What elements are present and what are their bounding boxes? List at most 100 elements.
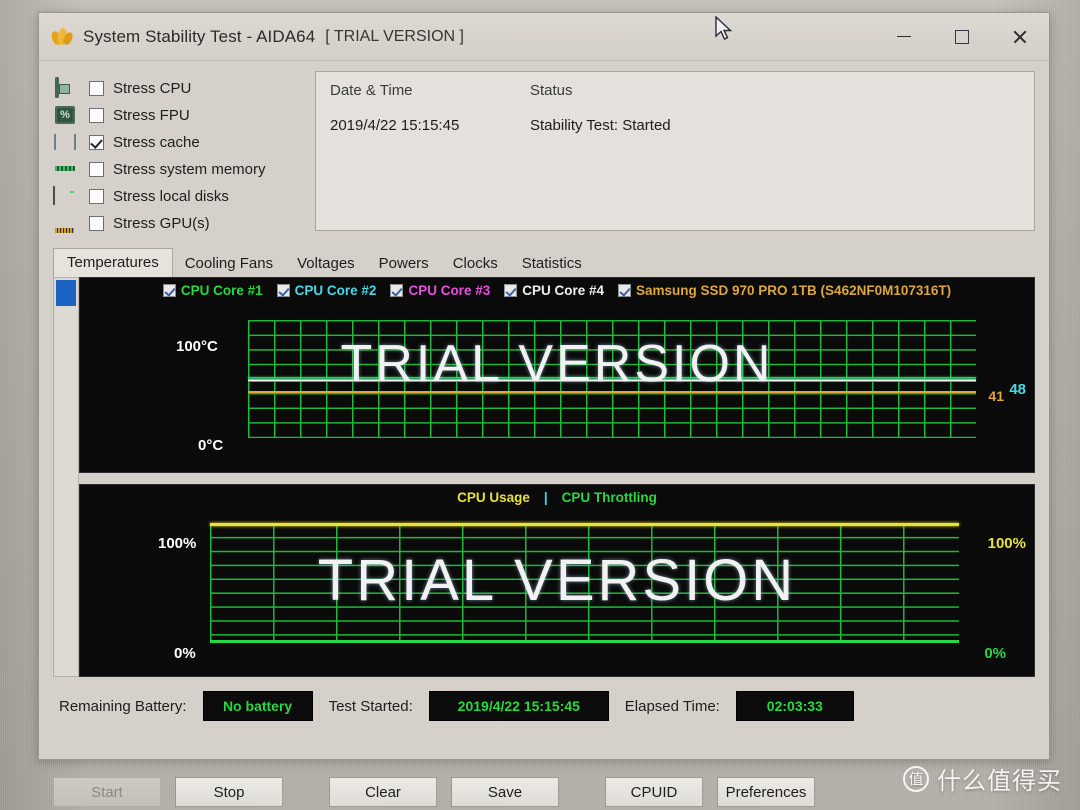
button-row: Start Stop Clear Save CPUID Preferences	[39, 777, 1049, 807]
stress-cache-checkbox[interactable]	[89, 135, 104, 150]
cache-chip-icon	[53, 133, 77, 152]
battery-value: No battery	[202, 691, 313, 721]
save-button[interactable]: Save	[451, 777, 559, 807]
legend-cpu-core-4[interactable]: CPU Core #4	[504, 283, 604, 298]
bottom-status-row: Remaining Battery: No battery Test Start…	[53, 691, 1035, 721]
close-button[interactable]	[991, 13, 1049, 60]
window-title: System Stability Test - AIDA64	[83, 26, 316, 46]
stress-option-gpu[interactable]: Stress GPU(s)	[53, 210, 301, 237]
stress-memory-checkbox[interactable]	[89, 162, 104, 177]
cpu-chip-icon	[53, 77, 77, 98]
trace-cpu-core-4	[248, 380, 976, 382]
stress-cache-label: Stress cache	[113, 134, 200, 151]
legend-label: CPU Core #1	[180, 283, 263, 298]
cpuid-button[interactable]: CPUID	[605, 777, 703, 807]
gpu-card-icon	[53, 214, 77, 233]
tab-clocks[interactable]: Clocks	[441, 250, 510, 277]
tab-cooling-fans[interactable]: Cooling Fans	[173, 250, 285, 277]
stress-option-fpu[interactable]: % Stress FPU	[53, 102, 301, 129]
legend-cpu-core-3[interactable]: CPU Core #3	[390, 283, 490, 298]
temperature-plot-area	[248, 320, 976, 438]
trace-cpu-usage	[210, 523, 959, 526]
legend-checkbox[interactable]	[162, 284, 176, 297]
legend-label: Samsung SSD 970 PRO 1TB (S462NF0M107316T…	[636, 283, 952, 298]
trace-samsung-ssd	[248, 390, 976, 393]
legend-checkbox[interactable]	[276, 284, 290, 297]
stress-disks-checkbox[interactable]	[89, 189, 104, 204]
battery-label: Remaining Battery:	[59, 697, 187, 715]
stress-option-disks[interactable]: Stress local disks	[53, 183, 301, 210]
legend-label: CPU Core #2	[294, 283, 377, 298]
temp-y-axis-top-label: 100°C	[176, 338, 218, 355]
test-started-value: 2019/4/22 15:15:45	[428, 691, 609, 721]
memory-stick-icon	[53, 160, 77, 179]
legend-checkbox[interactable]	[390, 284, 404, 297]
stress-option-cpu[interactable]: Stress CPU	[53, 75, 301, 102]
window-controls	[875, 13, 1049, 60]
usage-grid	[210, 523, 959, 643]
hard-disk-icon	[53, 186, 77, 206]
stress-cpu-label: Stress CPU	[113, 80, 192, 97]
usage-y-top-right-label: 100%	[987, 535, 1026, 552]
mouse-cursor	[715, 16, 733, 40]
cpu-usage-title[interactable]: CPU Usage	[457, 490, 530, 505]
window-body: Stress CPU % Stress FPU Stress cache Str…	[39, 61, 1049, 807]
top-section: Stress CPU % Stress FPU Stress cache Str…	[53, 71, 1035, 237]
temperature-legend: CPU Core #1 CPU Core #2 CPU Core #3 CPU …	[80, 283, 1034, 298]
clear-button[interactable]: Clear	[329, 777, 437, 807]
temperature-graph[interactable]: CPU Core #1 CPU Core #2 CPU Core #3 CPU …	[79, 277, 1035, 473]
legend-label: CPU Core #4	[522, 283, 604, 298]
flame-icon	[49, 26, 75, 48]
cpu-usage-plot-area	[210, 523, 959, 643]
datetime-column-header: Date & Time	[330, 82, 413, 99]
cpu-throttling-title[interactable]: CPU Throttling	[562, 490, 657, 505]
title-bar: System Stability Test - AIDA64 [ TRIAL V…	[39, 13, 1049, 61]
stress-fpu-checkbox[interactable]	[89, 108, 104, 123]
fpu-percent-icon: %	[53, 106, 77, 125]
temp-current-value-ssd: 41	[988, 388, 1004, 404]
legend-label: CPU Core #3	[408, 283, 491, 298]
preferences-button[interactable]: Preferences	[717, 777, 815, 807]
site-watermark: 值 什么值得买	[903, 761, 1062, 796]
maximize-button[interactable]	[933, 13, 991, 60]
watermark-badge: 值	[903, 765, 929, 792]
stress-option-memory[interactable]: Stress system memory	[53, 156, 301, 183]
legend-checkbox[interactable]	[504, 284, 518, 297]
graph-scrollbar[interactable]	[53, 277, 79, 677]
trial-tag: [ TRIAL VERSION ]	[325, 27, 464, 45]
stress-fpu-label: Stress FPU	[113, 107, 190, 124]
stress-gpu-checkbox[interactable]	[89, 216, 104, 231]
temp-current-value-core: 48	[1009, 381, 1026, 398]
stop-button[interactable]: Stop	[175, 777, 283, 807]
graphs-area: CPU Core #1 CPU Core #2 CPU Core #3 CPU …	[53, 277, 1035, 677]
legend-samsung-ssd[interactable]: Samsung SSD 970 PRO 1TB (S462NF0M107316T…	[618, 283, 951, 298]
trace-cpu-core-3	[248, 381, 976, 383]
tab-temperatures[interactable]: Temperatures	[53, 248, 173, 277]
scrollbar-thumb[interactable]	[56, 280, 76, 306]
legend-cpu-core-1[interactable]: CPU Core #1	[162, 283, 263, 298]
legend-cpu-core-2[interactable]: CPU Core #2	[276, 283, 377, 298]
usage-legend: CPU Usage | CPU Throttling	[80, 490, 1034, 505]
minimize-button[interactable]	[875, 13, 933, 60]
status-log-panel[interactable]: Date & Time Status 2019/4/22 15:15:45 St…	[315, 71, 1035, 231]
legend-separator: |	[543, 490, 548, 505]
usage-y-bottom-right-label: 0%	[984, 645, 1006, 662]
trace-cpu-throttling	[210, 640, 959, 643]
stress-option-cache[interactable]: Stress cache	[53, 129, 301, 156]
test-started-label: Test Started:	[328, 697, 413, 715]
tab-bar: Temperatures Cooling Fans Voltages Power…	[53, 248, 1035, 277]
stress-cpu-checkbox[interactable]	[89, 81, 104, 96]
log-row-datetime: 2019/4/22 15:15:45	[330, 117, 460, 134]
watermark-text: 什么值得买	[937, 767, 1062, 795]
tab-voltages[interactable]: Voltages	[285, 250, 367, 277]
start-button[interactable]: Start	[53, 777, 161, 807]
legend-checkbox[interactable]	[618, 284, 631, 297]
tab-statistics[interactable]: Statistics	[510, 250, 594, 277]
tab-powers[interactable]: Powers	[367, 250, 441, 277]
temp-y-axis-bottom-label: 0°C	[198, 437, 224, 454]
elapsed-time-label: Elapsed Time:	[624, 697, 720, 715]
aida64-stability-window: System Stability Test - AIDA64 [ TRIAL V…	[38, 12, 1050, 807]
usage-y-top-left-label: 100%	[158, 535, 197, 552]
stress-options-list: Stress CPU % Stress FPU Stress cache Str…	[53, 71, 301, 237]
cpu-usage-graph[interactable]: CPU Usage | CPU Throttling 100% 0% 100% …	[79, 484, 1035, 677]
